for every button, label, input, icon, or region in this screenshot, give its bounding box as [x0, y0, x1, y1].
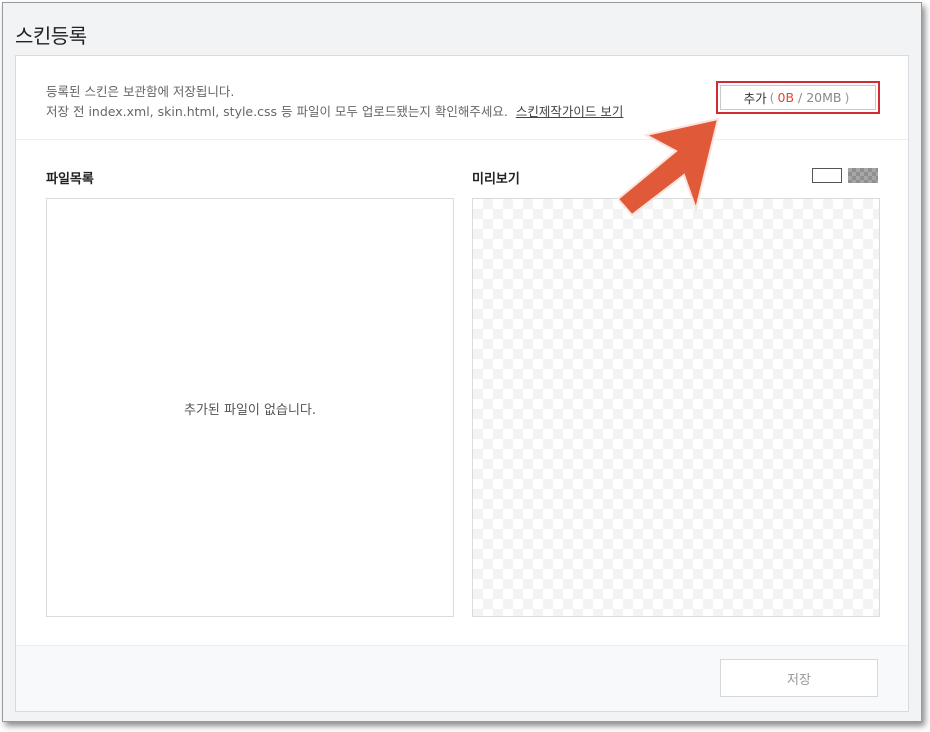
main-panel: 등록된 스킨은 보관함에 저장됩니다. 저장 전 index.xml, skin… — [15, 55, 909, 712]
notice-line-1: 등록된 스킨은 보관함에 저장됩니다. — [46, 84, 235, 99]
skin-register-window: 스킨등록 등록된 스킨은 보관함에 저장됩니다. 저장 전 index.xml,… — [2, 2, 922, 722]
preview-bg-gray-toggle[interactable] — [848, 168, 878, 183]
add-file-button[interactable]: 추가 ( 0B / 20MB ) — [720, 85, 876, 110]
preview-box — [472, 198, 880, 617]
preview-title: 미리보기 — [472, 172, 520, 187]
notice-area: 등록된 스킨은 보관함에 저장됩니다. 저장 전 index.xml, skin… — [16, 56, 908, 140]
skin-guide-link[interactable]: 스킨제작가이드 보기 — [516, 104, 623, 119]
save-button[interactable]: 저장 — [720, 659, 878, 697]
total-size: 20MB — [806, 90, 842, 105]
notice-line-2: 저장 전 index.xml, skin.html, style.css 등 파… — [46, 101, 623, 120]
arrow-up-right-icon — [618, 117, 720, 217]
footer-bar: 저장 — [16, 645, 908, 711]
file-list-title: 파일목록 — [46, 172, 94, 187]
notice-line-2-text: 저장 전 index.xml, skin.html, style.css 등 파… — [46, 104, 508, 119]
used-size: 0B — [777, 90, 795, 105]
add-button-label: 추가 — [743, 91, 767, 106]
size-separator: / — [794, 90, 807, 105]
close-paren: ) — [844, 90, 850, 105]
file-list-box: 추가된 파일이 없습니다. — [46, 198, 454, 617]
preview-bg-white-toggle[interactable] — [812, 168, 842, 183]
empty-file-message: 추가된 파일이 없습니다. — [184, 403, 316, 418]
open-paren: ( — [769, 90, 775, 105]
add-button-highlight: 추가 ( 0B / 20MB ) — [716, 81, 880, 114]
window-title: 스킨등록 — [15, 24, 87, 48]
